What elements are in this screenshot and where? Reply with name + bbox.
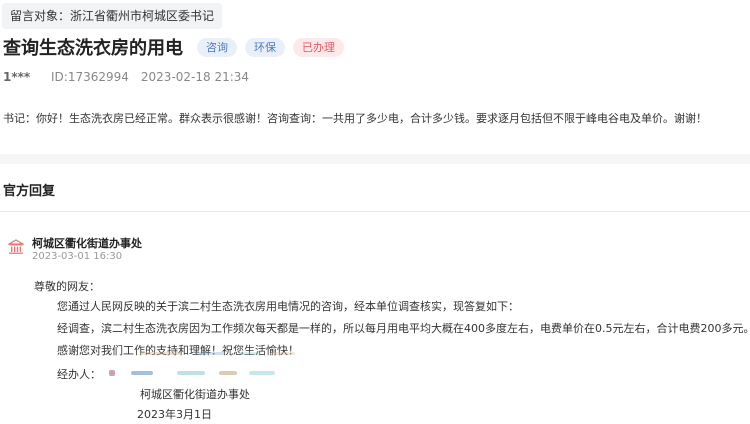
post-title: 查询生态洗衣房的用电 [3, 38, 183, 59]
reply-greeting: 尊敬的网友： [34, 280, 100, 293]
tag-environment[interactable]: 环保 [245, 37, 285, 57]
official-reply-heading: 官方回复 [3, 184, 56, 199]
section-divider [0, 154, 750, 164]
reply-org-name[interactable]: 柯城区衢化街道办事处 [32, 235, 142, 251]
government-building-icon [8, 239, 24, 254]
status-badge: 已办理 [293, 37, 344, 57]
message-target-label: 留言对象： [10, 9, 71, 23]
signature-org: 柯城区衢化街道办事处 [140, 388, 250, 401]
post-id: ID:17362994 [51, 70, 129, 84]
post-content: 书记：你好！生态洗衣房已经正常。群众表示很感谢！咨询查询：一共用了多少电，合计多… [3, 112, 707, 125]
section-rule [0, 211, 750, 212]
handler-redacted [109, 369, 279, 379]
signature-date: 2023年3月1日 [137, 408, 212, 421]
reply-time: 2023-03-01 16:30 [32, 251, 123, 262]
post-time: 2023-02-18 21:34 [140, 70, 250, 84]
reply-paragraph: 经调查，滨二村生态洗衣房因为工作频次每天都是一样的，所以每月用电平均大概在400… [57, 322, 750, 335]
post-meta: 1*** ID:17362994 2023-02-18 21:34 [3, 68, 249, 86]
post-author: 1*** [3, 70, 31, 84]
handler-label: 经办人： [57, 368, 101, 381]
post-header: 查询生态洗衣房的用电 咨询 环保 已办理 [3, 34, 344, 60]
reply-handler: 经办人： [57, 366, 279, 382]
redaction-mark [140, 352, 300, 358]
message-target-value[interactable]: 浙江省衢州市柯城区委书记 [70, 9, 214, 23]
reply-paragraph: 您通过人民网反映的关于滨二村生态洗衣房用电情况的咨询，经本单位调查核实，现答复如… [57, 300, 519, 313]
message-target-chip: 留言对象：浙江省衢州市柯城区委书记 [2, 3, 223, 29]
tag-consult[interactable]: 咨询 [197, 37, 237, 57]
